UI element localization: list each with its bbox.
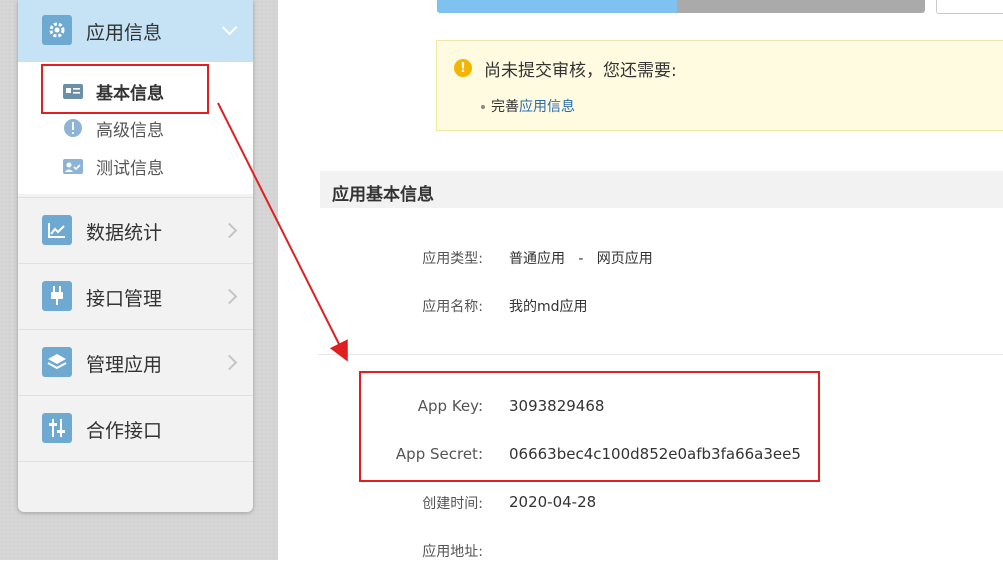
annotation-arrow — [217, 102, 348, 362]
